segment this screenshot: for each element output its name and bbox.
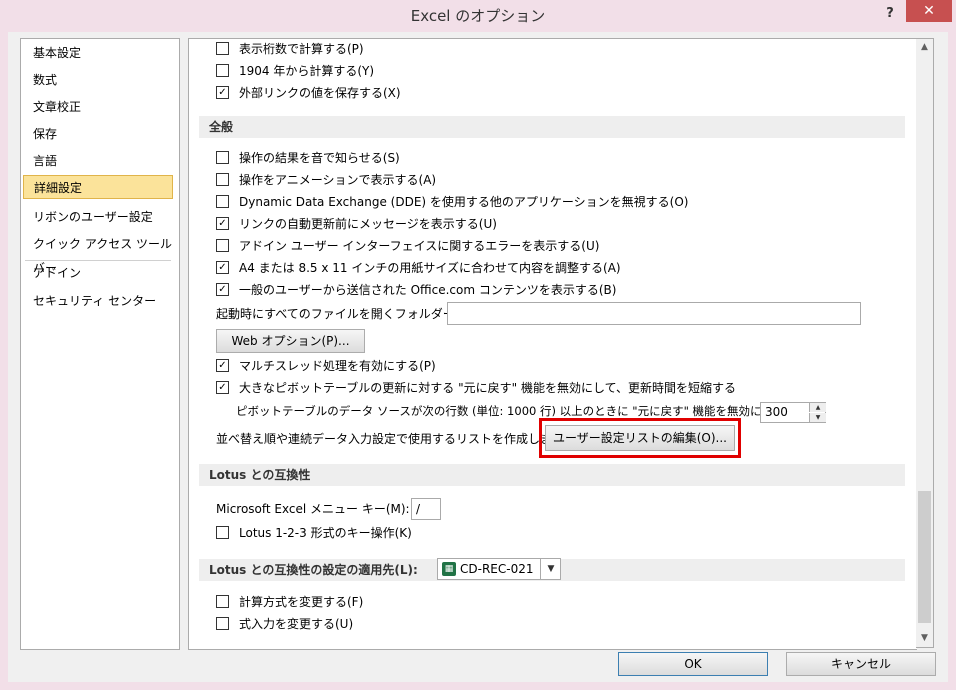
checkbox[interactable]: [216, 595, 229, 608]
scroll-up-icon[interactable]: ▲: [916, 39, 933, 56]
startup-folder-label: 起動時にすべてのファイルを開くフォルダー(L):: [216, 307, 475, 321]
spinner-value[interactable]: 300: [765, 403, 788, 422]
checkbox-checked[interactable]: ✓: [216, 381, 229, 394]
highlight-box: [539, 418, 741, 458]
vertical-scrollbar[interactable]: ▲ ▼: [916, 38, 934, 648]
sidebar-item-advanced[interactable]: 詳細設定: [23, 175, 173, 199]
option-show-addin-ui-errors[interactable]: アドイン ユーザー インターフェイスに関するエラーを表示する(U): [216, 236, 599, 256]
option-provide-sound-feedback[interactable]: 操作の結果を音で知らせる(S): [216, 148, 400, 168]
sidebar-item-addins[interactable]: アドイン: [23, 261, 173, 285]
option-label: 一般のユーザーから送信された Office.com コンテンツを表示する(B): [239, 283, 617, 297]
window-title: Excel のオプション: [410, 7, 546, 25]
sheet-select-value: CD-REC-021: [460, 562, 534, 576]
checkbox-checked[interactable]: ✓: [216, 359, 229, 372]
option-label: 1904 年から計算する(Y): [239, 64, 375, 78]
checkbox[interactable]: [216, 239, 229, 252]
checkbox[interactable]: [216, 617, 229, 630]
option-label: 操作をアニメーションで表示する(A): [239, 173, 437, 187]
checkbox[interactable]: [216, 151, 229, 164]
scroll-down-icon[interactable]: ▼: [916, 630, 933, 647]
startup-folder-input[interactable]: [447, 302, 861, 325]
option-1904-date-system[interactable]: 1904 年から計算する(Y): [216, 61, 374, 81]
advanced-options-panel: 表示桁数で計算する(P) 1904 年から計算する(Y) ✓ 外部リンクの値を保存…: [188, 38, 917, 650]
option-label: 操作の結果を音で知らせる(S): [239, 151, 400, 165]
checkbox-checked[interactable]: ✓: [216, 283, 229, 296]
sidebar-item-formulas[interactable]: 数式: [23, 68, 173, 92]
sidebar-item-basic[interactable]: 基本設定: [23, 41, 173, 65]
close-button[interactable]: ✕: [906, 0, 952, 22]
option-ask-update-links[interactable]: ✓ リンクの自動更新前にメッセージを表示する(U): [216, 214, 497, 234]
cancel-button[interactable]: キャンセル: [786, 652, 936, 676]
option-disable-pivot-undo[interactable]: ✓ 大きなピボットテーブルの更新に対する "元に戻す" 機能を無効にして、更新時間…: [216, 378, 736, 398]
option-provide-animation[interactable]: 操作をアニメーションで表示する(A): [216, 170, 436, 190]
option-label: リンクの自動更新前にメッセージを表示する(U): [239, 217, 497, 231]
checkbox[interactable]: [216, 42, 229, 55]
checkbox[interactable]: [216, 64, 229, 77]
option-precision-as-displayed[interactable]: 表示桁数で計算する(P): [216, 39, 364, 59]
chevron-down-icon[interactable]: ▼: [540, 559, 561, 579]
sidebar-item-save[interactable]: 保存: [23, 122, 173, 146]
worksheet-icon: ▦: [442, 562, 456, 576]
category-sidebar: 基本設定 数式 文章校正 保存 言語 詳細設定 リボンのユーザー設定 クイック …: [20, 38, 180, 650]
option-label: Lotus 1-2-3 形式のキー操作(K): [239, 526, 412, 540]
menu-key-label: Microsoft Excel メニュー キー(M):: [216, 502, 410, 516]
option-scale-paper-size[interactable]: ✓ A4 または 8.5 x 11 インチの用紙サイズに合わせて内容を調整する(A…: [216, 258, 621, 278]
option-label: 外部リンクの値を保存する(X): [239, 86, 401, 100]
option-ignore-dde[interactable]: Dynamic Data Exchange (DDE) を使用する他のアプリケー…: [216, 192, 688, 212]
option-label: A4 または 8.5 x 11 インチの用紙サイズに合わせて内容を調整する(A): [239, 261, 621, 275]
sidebar-item-trust-center[interactable]: セキュリティ センター: [23, 289, 173, 313]
custom-list-label: 並べ替え順や連続データ入力設定で使用するリストを作成します:: [216, 432, 569, 446]
option-label: 式入力を変更する(U): [239, 617, 354, 631]
section-header-lotus: Lotus との互換性: [199, 464, 905, 486]
option-label: 表示桁数で計算する(P): [239, 42, 364, 56]
option-transition-formula-entry[interactable]: 式入力を変更する(U): [216, 614, 353, 634]
spin-down-icon[interactable]: ▼: [809, 413, 826, 422]
checkbox-checked[interactable]: ✓: [216, 86, 229, 99]
option-label: Dynamic Data Exchange (DDE) を使用する他のアプリケー…: [239, 195, 689, 209]
option-label: マルチスレッド処理を有効にする(P): [239, 359, 436, 373]
option-show-customer-content[interactable]: ✓ 一般のユーザーから送信された Office.com コンテンツを表示する(B): [216, 280, 616, 300]
ok-button[interactable]: OK: [618, 652, 768, 676]
option-label: アドイン ユーザー インターフェイスに関するエラーを表示する(U): [239, 239, 600, 253]
menu-key-input[interactable]: /: [411, 498, 441, 520]
sidebar-item-language[interactable]: 言語: [23, 149, 173, 173]
option-transition-navigation-keys[interactable]: Lotus 1-2-3 形式のキー操作(K): [216, 523, 412, 543]
checkbox[interactable]: [216, 195, 229, 208]
checkbox[interactable]: [216, 526, 229, 539]
sidebar-item-proofing[interactable]: 文章校正: [23, 95, 173, 119]
checkbox[interactable]: [216, 173, 229, 186]
option-label: 計算方式を変更する(F): [239, 595, 364, 609]
sidebar-item-customize-ribbon[interactable]: リボンのユーザー設定: [23, 205, 173, 229]
spin-up-icon[interactable]: ▲: [809, 403, 826, 412]
help-button[interactable]: ?: [880, 4, 900, 24]
section-header-general: 全般: [199, 116, 905, 138]
sidebar-item-quick-access[interactable]: クイック アクセス ツール バー: [23, 232, 173, 275]
sheet-select[interactable]: ▦ CD-REC-021 ▼: [437, 558, 561, 580]
option-save-external-link-values[interactable]: ✓ 外部リンクの値を保存する(X): [216, 83, 401, 103]
option-enable-multithreading[interactable]: ✓ マルチスレッド処理を有効にする(P): [216, 356, 436, 376]
scroll-thumb[interactable]: [918, 491, 931, 623]
checkbox-checked[interactable]: ✓: [216, 261, 229, 274]
option-label: 大きなピボットテーブルの更新に対する "元に戻す" 機能を無効にして、更新時間を…: [239, 381, 736, 395]
pivot-rows-spinner[interactable]: 300 ▲ ▼: [760, 402, 826, 423]
checkbox-checked[interactable]: ✓: [216, 217, 229, 230]
title-bar: Excel のオプション ? ✕: [0, 0, 956, 32]
option-transition-formula-evaluation[interactable]: 計算方式を変更する(F): [216, 592, 363, 612]
web-options-button[interactable]: Web オプション(P)...: [216, 329, 365, 353]
